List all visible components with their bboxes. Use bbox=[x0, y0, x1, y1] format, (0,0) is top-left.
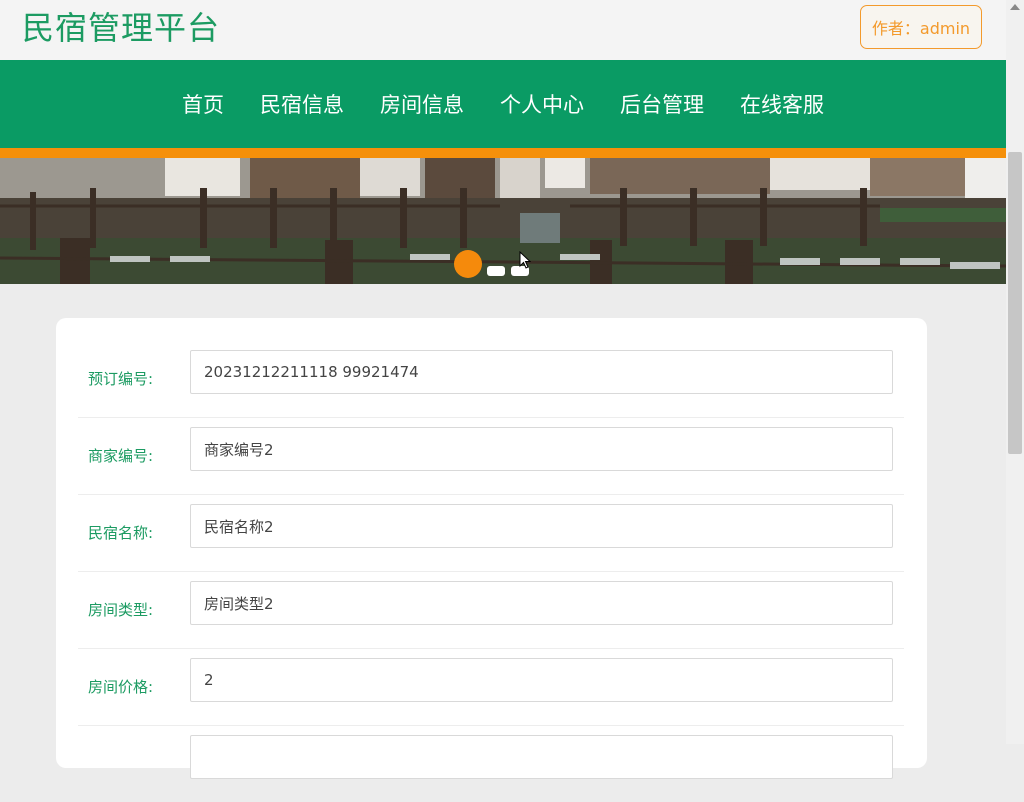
carousel-indicator-active[interactable] bbox=[454, 250, 482, 278]
main-nav: 首页 民宿信息 房间信息 个人中心 后台管理 在线客服 bbox=[0, 60, 1006, 148]
form-row-merchant-number: 商家编号: bbox=[78, 417, 904, 495]
top-bar: 民宿管理平台 作者：admin bbox=[0, 0, 1006, 60]
booking-number-label: 预订编号: bbox=[88, 370, 154, 388]
nav-item-homestay-info[interactable]: 民宿信息 bbox=[260, 89, 344, 119]
site-title: 民宿管理平台 bbox=[22, 9, 221, 47]
mouse-cursor-icon bbox=[519, 251, 531, 269]
nav-item-home[interactable]: 首页 bbox=[182, 89, 224, 119]
nav-item-online-service[interactable]: 在线客服 bbox=[740, 89, 824, 119]
form-row-booking-number: 预订编号: bbox=[78, 340, 904, 418]
booking-number-field[interactable] bbox=[190, 350, 893, 394]
banner-carousel bbox=[0, 158, 1006, 284]
nav-item-room-info[interactable]: 房间信息 bbox=[380, 89, 464, 119]
merchant-number-label: 商家编号: bbox=[88, 447, 154, 465]
homestay-name-label: 民宿名称: bbox=[88, 524, 154, 542]
room-price-field[interactable] bbox=[190, 658, 893, 702]
nav-accent-stripe bbox=[0, 148, 1006, 158]
nav-item-personal-center[interactable]: 个人中心 bbox=[500, 89, 584, 119]
room-type-label: 房间类型: bbox=[88, 601, 154, 619]
room-type-field[interactable] bbox=[190, 581, 893, 625]
booking-detail-card: 预订编号: 商家编号: 民宿名称: 房间类型: 房间价格: bbox=[56, 318, 927, 779]
page-scrollbar[interactable] bbox=[1006, 0, 1024, 744]
nav-item-admin[interactable]: 后台管理 bbox=[620, 89, 704, 119]
scrollbar-thumb[interactable] bbox=[1008, 152, 1022, 454]
merchant-number-field[interactable] bbox=[190, 427, 893, 471]
homestay-name-field[interactable] bbox=[190, 504, 893, 548]
scroll-up-arrow-icon[interactable] bbox=[1010, 4, 1020, 10]
form-row-next bbox=[78, 725, 904, 802]
banner-image bbox=[0, 158, 1006, 284]
form-row-room-price: 房间价格: bbox=[78, 648, 904, 726]
author-button[interactable]: 作者：admin bbox=[860, 5, 982, 49]
form-row-room-type: 房间类型: bbox=[78, 571, 904, 649]
author-label: 作者：admin bbox=[871, 19, 971, 38]
room-price-label: 房间价格: bbox=[88, 678, 154, 696]
next-field[interactable] bbox=[190, 735, 893, 779]
carousel-indicator[interactable] bbox=[487, 266, 505, 276]
form-row-homestay-name: 民宿名称: bbox=[78, 494, 904, 572]
